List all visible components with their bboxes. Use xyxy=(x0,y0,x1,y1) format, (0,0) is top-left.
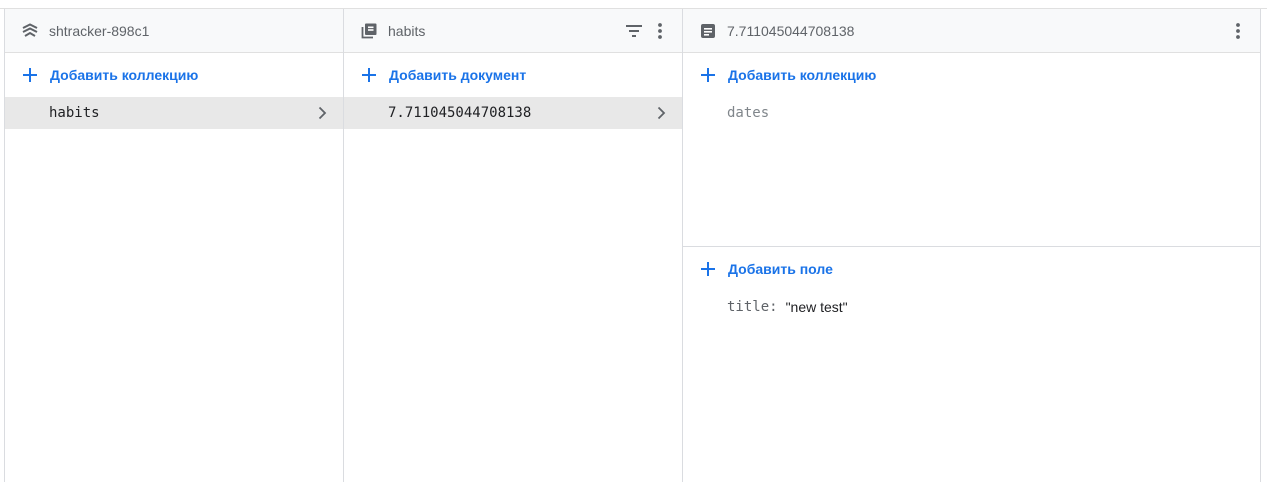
add-document-label: Добавить документ xyxy=(389,67,527,83)
add-document-button[interactable]: Добавить документ xyxy=(344,53,682,97)
plus-icon xyxy=(360,66,378,84)
document-item-label: 7.711045044708138 xyxy=(388,105,532,121)
collection-item-label: habits xyxy=(49,105,100,121)
root-panel: shtracker-898c1 Добавить коллекцию habit… xyxy=(5,9,344,482)
plus-icon xyxy=(699,66,717,84)
collection-panel-header: habits xyxy=(344,9,682,53)
document-list-item[interactable]: 7.711045044708138 xyxy=(344,97,682,129)
field-row[interactable]: title: "new test" xyxy=(683,291,1260,323)
firestore-data-viewer: shtracker-898c1 Добавить коллекцию habit… xyxy=(4,9,1261,482)
fields-section: Добавить поле title: "new test" xyxy=(683,247,1260,323)
add-subcollection-button[interactable]: Добавить коллекцию xyxy=(683,53,1260,97)
collection-panel: habits Добавить документ 7.7110450447081… xyxy=(344,9,683,482)
field-value: "new test" xyxy=(785,299,848,315)
document-panel-title: 7.711045044708138 xyxy=(727,22,855,39)
document-panel-header: 7.711045044708138 xyxy=(683,9,1260,53)
add-collection-label: Добавить коллекцию xyxy=(50,67,199,83)
firestore-database-icon xyxy=(21,22,39,40)
add-collection-button[interactable]: Добавить коллекцию xyxy=(5,53,343,97)
root-panel-title: shtracker-898c1 xyxy=(49,22,150,39)
top-bar xyxy=(0,0,1267,9)
collection-list-item[interactable]: habits xyxy=(5,97,343,129)
collection-icon xyxy=(360,22,378,40)
add-field-label: Добавить поле xyxy=(728,261,833,277)
document-icon xyxy=(699,22,717,40)
collection-header-actions xyxy=(624,9,670,53)
chevron-right-icon xyxy=(652,104,670,122)
document-panel: 7.711045044708138 Добавить коллекцию dat… xyxy=(683,9,1260,482)
add-subcollection-label: Добавить коллекцию xyxy=(728,67,877,83)
add-field-button[interactable]: Добавить поле xyxy=(683,247,1260,291)
more-vert-icon[interactable] xyxy=(650,19,670,43)
more-vert-icon[interactable] xyxy=(1228,19,1248,43)
collection-panel-title: habits xyxy=(388,22,426,39)
filter-icon[interactable] xyxy=(624,19,644,43)
plus-icon xyxy=(21,66,39,84)
root-panel-header: shtracker-898c1 xyxy=(5,9,343,53)
subcollection-item[interactable]: dates xyxy=(683,97,1260,129)
chevron-right-icon xyxy=(313,104,331,122)
document-header-actions xyxy=(1228,9,1248,53)
subcollections-section: Добавить коллекцию dates xyxy=(683,53,1260,247)
field-key: title: xyxy=(727,299,778,315)
plus-icon xyxy=(699,260,717,278)
